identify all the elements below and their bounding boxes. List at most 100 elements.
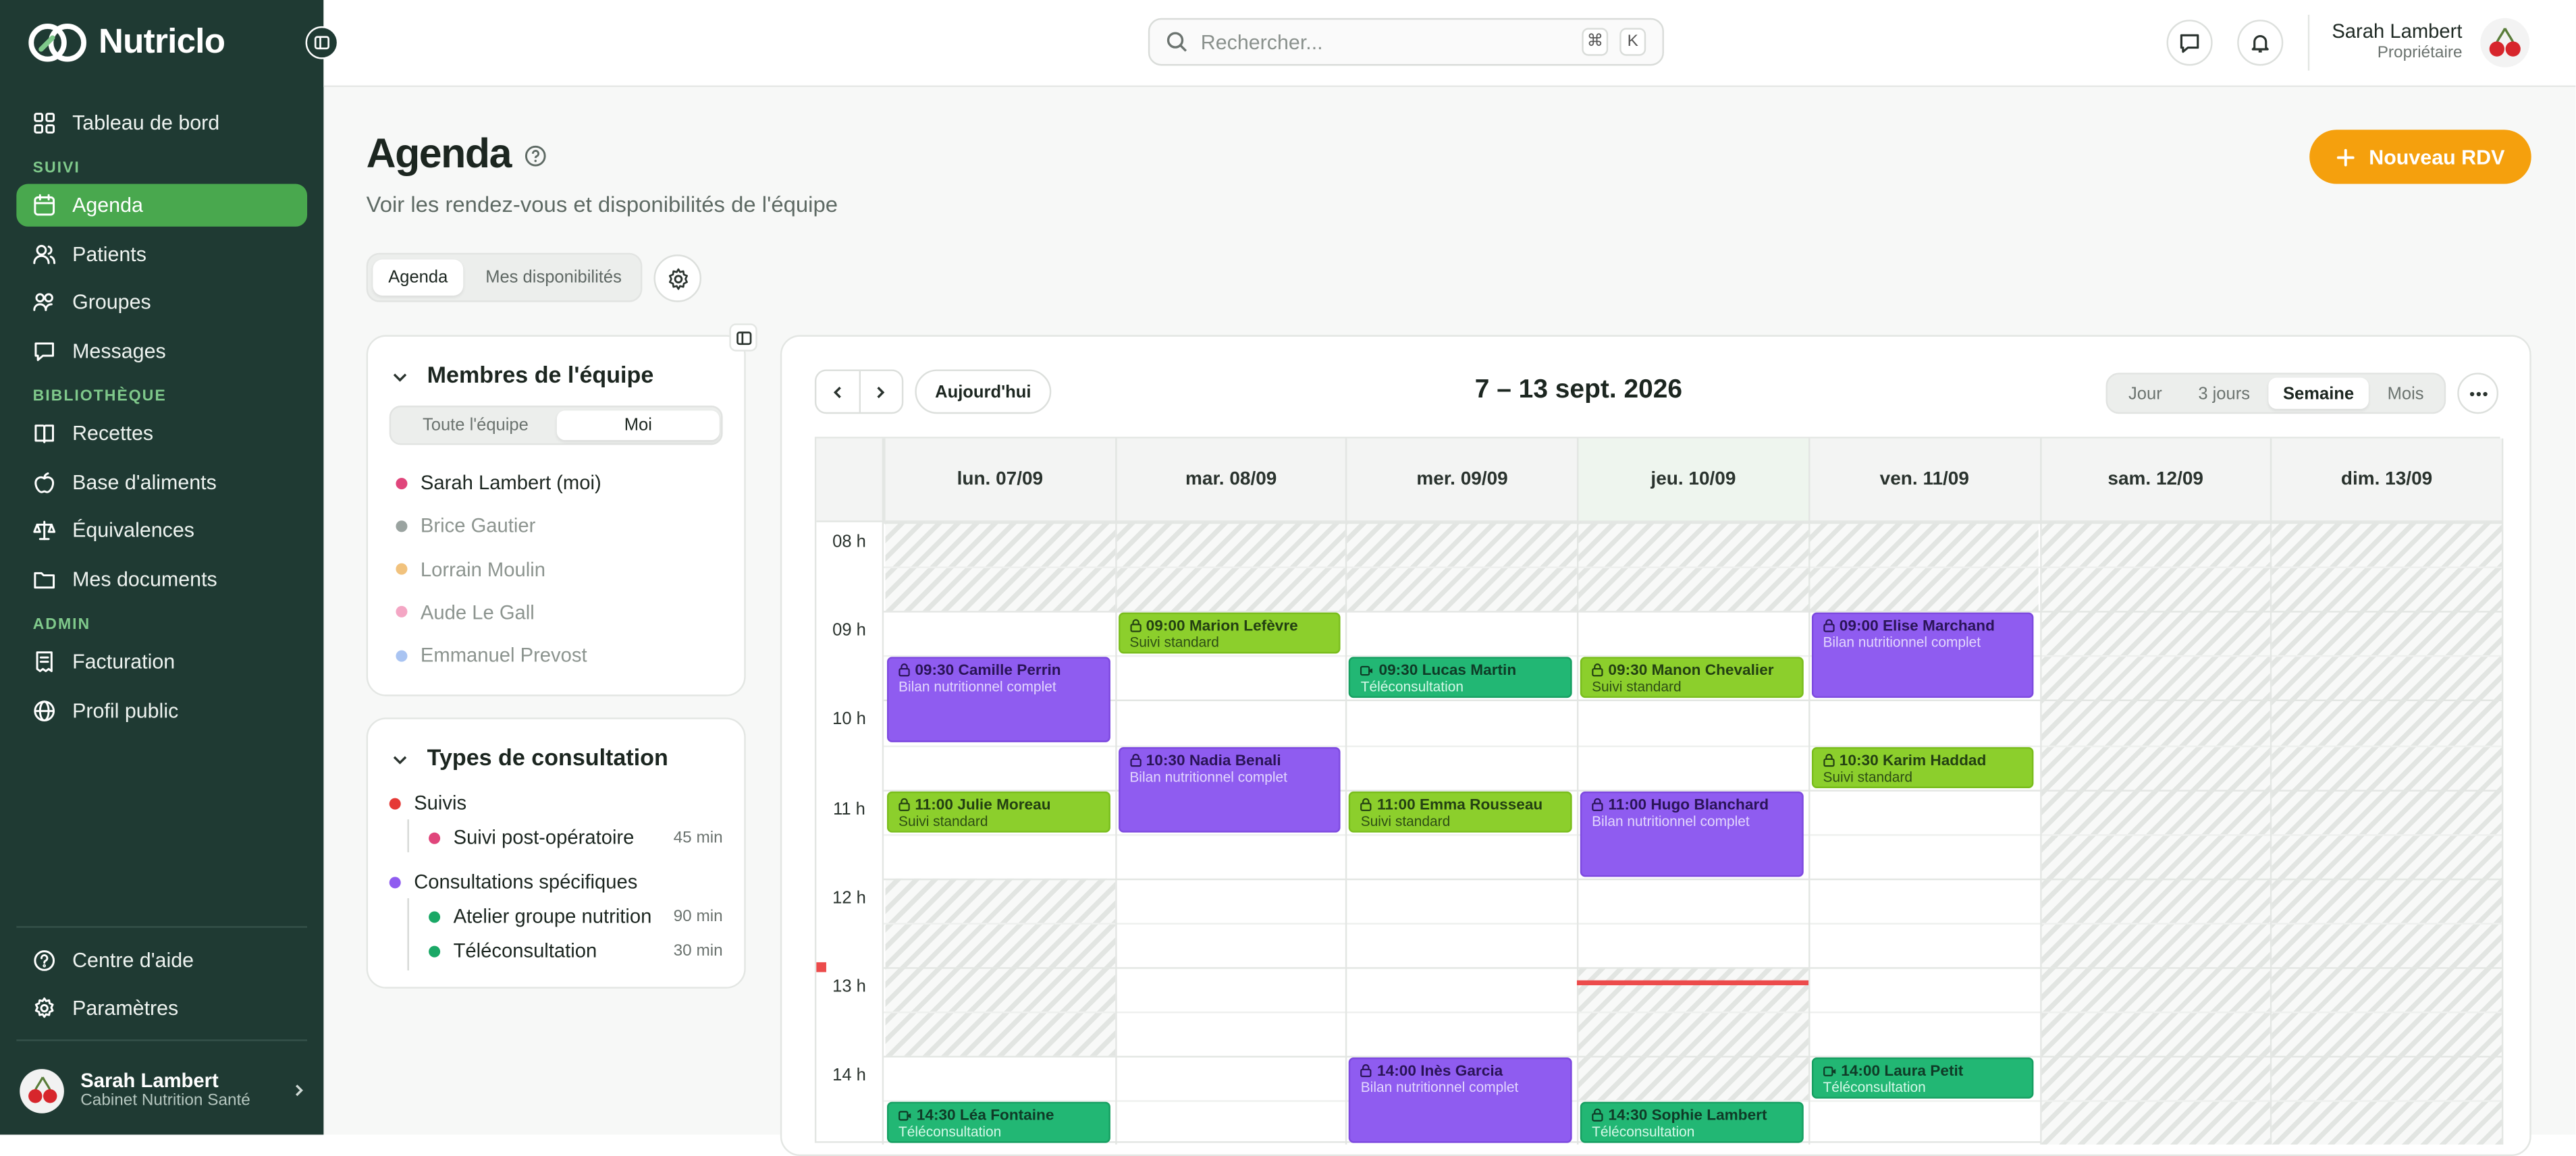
types-card-title: Types de consultation bbox=[427, 744, 668, 771]
panel-toggle-button[interactable] bbox=[729, 323, 757, 352]
brand-logo[interactable]: Nutriclo bbox=[26, 22, 225, 64]
appointment-title: 14:00 Inès Garcia bbox=[1377, 1062, 1503, 1080]
appointment-type: Téléconsultation bbox=[898, 1124, 1002, 1140]
appointment-event[interactable]: 09:30 Camille Perrin Bilan nutritionnel c… bbox=[886, 657, 1110, 744]
appointment-type: Suivi standard bbox=[1129, 634, 1219, 651]
lock-icon bbox=[1592, 797, 1603, 810]
chevron-down-icon bbox=[393, 756, 407, 765]
sidebar-item-centre-d-aide[interactable]: Centre d'aide bbox=[16, 939, 307, 982]
sidebar-user-card[interactable]: Sarah Lambert Cabinet Nutrition Santé bbox=[20, 1064, 307, 1117]
toggle-whole-team[interactable]: Toute l'équipe bbox=[394, 410, 557, 440]
appointment-event[interactable]: 09:00 Elise Marchand Bilan nutritionnel c… bbox=[1811, 613, 2035, 699]
type-duration: 90 min bbox=[673, 908, 723, 927]
type-group-suivis[interactable]: Suivis bbox=[389, 792, 466, 815]
more-options-button[interactable] bbox=[2457, 373, 2499, 414]
sidebar-item-label: Base d'aliments bbox=[72, 470, 217, 494]
view-week[interactable]: Semaine bbox=[2268, 377, 2369, 409]
apple-icon bbox=[34, 472, 54, 493]
view-day[interactable]: Jour bbox=[2111, 378, 2180, 409]
appointment-event[interactable]: 09:00 Marion Lefèvre Suivi standard bbox=[1118, 613, 1341, 655]
search-input[interactable]: Rechercher... ⌘ K bbox=[1148, 18, 1664, 66]
header-user-role: Propriétaire bbox=[2377, 44, 2463, 63]
header-user[interactable]: Sarah Lambert Propriétaire bbox=[2332, 20, 2462, 65]
lock-icon bbox=[898, 797, 910, 810]
lock-icon bbox=[1823, 752, 1835, 767]
agenda-settings-button[interactable] bbox=[653, 254, 702, 302]
sidebar-item-recettes[interactable]: Recettes bbox=[16, 412, 307, 455]
new-appointment-button[interactable]: Nouveau RDV bbox=[2309, 130, 2531, 184]
ellipsis-icon bbox=[2469, 391, 2487, 395]
sidebar-item-groupes[interactable]: Groupes bbox=[16, 281, 307, 324]
sidebar-item-label: Mes documents bbox=[72, 568, 217, 592]
appointment-event[interactable]: 09:30 Lucas Martin Téléconsultation bbox=[1349, 657, 1572, 699]
toggle-me[interactable]: Moi bbox=[556, 410, 720, 441]
sidebar-item-base-d-aliments[interactable]: Base d'aliments bbox=[16, 461, 307, 503]
team-member-item[interactable]: Aude Le Gall bbox=[396, 601, 535, 624]
grid-column-line bbox=[1115, 438, 1117, 1145]
sidebar-item-paramètres[interactable]: Paramètres bbox=[16, 987, 307, 1029]
team-scope-toggle: Toute l'équipe Moi bbox=[389, 406, 723, 445]
type-group-specific[interactable]: Consultations spécifiques bbox=[389, 871, 637, 893]
day-header: mer. 09/09 bbox=[1345, 438, 1577, 521]
team-member-item[interactable]: Sarah Lambert (moi) bbox=[396, 471, 601, 494]
type-item-post-op[interactable]: Suivi post-opératoire bbox=[429, 826, 634, 849]
type-item-teleconsultation[interactable]: Téléconsultation bbox=[429, 939, 597, 962]
status-dot bbox=[429, 945, 441, 957]
appointment-event[interactable]: 14:00 Laura Petit Téléconsultation bbox=[1811, 1057, 2035, 1099]
view-3-days[interactable]: 3 jours bbox=[2181, 378, 2267, 409]
sidebar-item-messages[interactable]: Messages bbox=[16, 330, 307, 373]
team-member-item[interactable]: Lorrain Moulin bbox=[396, 557, 545, 580]
appointment-title: 09:00 Elise Marchand bbox=[1839, 617, 1995, 634]
sidebar-item-agenda[interactable]: Agenda bbox=[16, 184, 308, 227]
appointment-type: Téléconsultation bbox=[1360, 678, 1464, 696]
team-member-item[interactable]: Brice Gautier bbox=[396, 514, 535, 537]
gear-icon bbox=[668, 267, 687, 290]
appointment-event[interactable]: 11:00 Emma Rousseau Suivi standard bbox=[1349, 790, 1572, 832]
messages-button[interactable] bbox=[2166, 20, 2213, 66]
sidebar-item-facturation[interactable]: Facturation bbox=[16, 640, 307, 683]
tab-agenda[interactable]: Agenda bbox=[373, 259, 464, 296]
appointment-title: 09:30 Manon Chevalier bbox=[1608, 662, 1774, 679]
grid-line bbox=[884, 1056, 2502, 1058]
sidebar-item-profil-public[interactable]: Profil public bbox=[16, 689, 307, 732]
appointment-event[interactable]: 11:00 Hugo Blanchard Bilan nutritionnel c… bbox=[1580, 790, 1804, 877]
appointment-event[interactable]: 14:30 Léa Fontaine Téléconsultation bbox=[886, 1102, 1110, 1144]
chevron-down-icon bbox=[393, 373, 407, 382]
appointment-event[interactable]: 10:30 Nadia Benali Bilan nutritionnel com… bbox=[1118, 746, 1341, 832]
sidebar-item-équivalences[interactable]: Équivalences bbox=[16, 510, 307, 552]
appointment-event[interactable]: 14:30 Sophie Lambert Téléconsultation bbox=[1580, 1102, 1804, 1144]
team-member-item[interactable]: Emmanuel Prevost bbox=[396, 644, 587, 667]
status-dot bbox=[389, 876, 401, 888]
team-member-name: Aude Le Gall bbox=[420, 601, 535, 624]
view-month[interactable]: Mois bbox=[2370, 378, 2441, 409]
appointment-title-row: 10:30 Karim Haddad bbox=[1823, 751, 2022, 768]
member-color-dot bbox=[396, 476, 408, 489]
sidebar-section-title: ADMIN bbox=[32, 615, 91, 634]
sidebar-item-mes-documents[interactable]: Mes documents bbox=[16, 559, 307, 601]
current-time-marker bbox=[816, 962, 826, 972]
appointment-event[interactable]: 09:30 Manon Chevalier Suivi standard bbox=[1580, 657, 1804, 699]
sidebar-collapse-button[interactable] bbox=[305, 26, 339, 59]
hour-label: 12 h bbox=[832, 887, 866, 908]
tab-my-availability[interactable]: Mes disponibilités bbox=[470, 259, 637, 296]
appointment-event[interactable]: 10:30 Karim Haddad Suivi standard bbox=[1811, 746, 2035, 788]
lock-icon bbox=[898, 663, 910, 678]
appointment-title-row: 11:00 Emma Rousseau bbox=[1361, 796, 1561, 812]
globe-icon bbox=[34, 700, 55, 721]
appointment-title-row: 10:30 Nadia Benali bbox=[1129, 751, 1329, 768]
notifications-button[interactable] bbox=[2237, 20, 2284, 66]
avatar[interactable] bbox=[2480, 18, 2530, 67]
appointment-title: 11:00 Emma Rousseau bbox=[1377, 796, 1543, 813]
sidebar-item-tableau-de-bord[interactable]: Tableau de bord bbox=[16, 102, 307, 144]
appointment-type: Bilan nutritionnel complet bbox=[1129, 767, 1288, 784]
day-header: mar. 08/09 bbox=[1115, 438, 1345, 521]
help-icon[interactable] bbox=[524, 144, 547, 175]
type-item-workshop[interactable]: Atelier groupe nutrition bbox=[429, 905, 651, 928]
week-grid: lun. 07/09 mar. 08/09 mer. 09/09 jeu. 10/09… bbox=[814, 437, 2504, 1145]
sidebar-item-patients[interactable]: Patients bbox=[16, 233, 307, 275]
grid-column-line bbox=[1808, 438, 1810, 1145]
appointment-event[interactable]: 14:00 Inès Garcia Bilan nutritionnel comp… bbox=[1349, 1057, 1572, 1144]
appointment-event[interactable]: 11:00 Julie Moreau Suivi standard bbox=[886, 790, 1110, 832]
calendar-view-switch: Jour 3 jours Semaine Mois bbox=[2105, 373, 2446, 414]
member-color-dot bbox=[396, 649, 408, 661]
